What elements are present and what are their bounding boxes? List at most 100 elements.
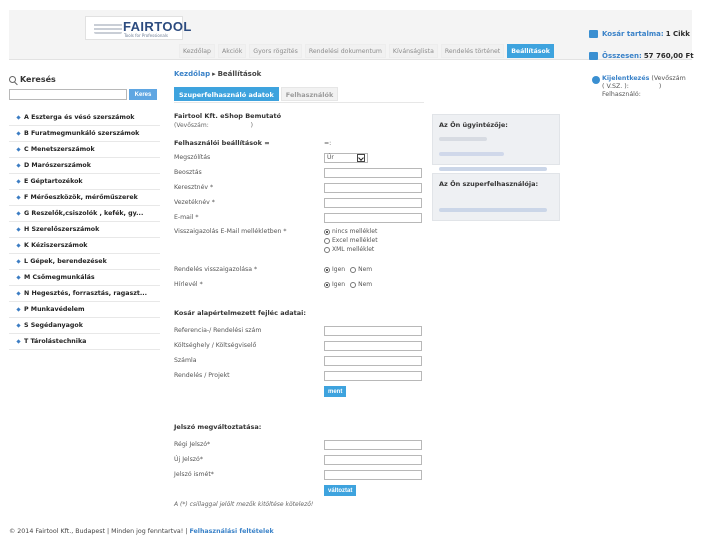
sidebar-item-s[interactable]: S Segédanyagok <box>9 318 160 334</box>
logout-link[interactable]: Kijelentkezés <box>602 75 649 82</box>
attachment-option-label: nincs melléklet <box>332 228 378 235</box>
radio-icon <box>324 246 330 253</box>
logo-mark-icon <box>94 22 122 34</box>
settings-title: Felhasználói beállítások = <box>174 139 270 147</box>
position-row: Beosztás <box>174 165 424 180</box>
attachment-option-excel[interactable]: Excel melléklet <box>324 237 378 244</box>
cost-center-input[interactable] <box>324 340 422 351</box>
last-name-label: Vezetéknév * <box>174 199 215 206</box>
sidebar-item-label: S Segédanyagok <box>24 322 83 329</box>
no-label: Nem <box>358 266 373 273</box>
customer-number-close: ) <box>250 122 253 129</box>
agent-email-redacted <box>439 167 547 171</box>
sidebar-item-label: C Menetszerszámok <box>24 146 95 153</box>
project-input[interactable] <box>324 370 422 381</box>
radio-icon <box>350 281 357 288</box>
search-input[interactable] <box>9 89 127 100</box>
sidebar-item-e[interactable]: E Géptartozékok <box>9 174 160 190</box>
save-button-wrap: ment <box>324 386 424 397</box>
sidebar-item-label: P Munkavédelem <box>24 306 85 313</box>
nav-order-history[interactable]: Rendelés történet <box>440 44 505 58</box>
settings-equals: =: <box>324 139 332 147</box>
sidebar-item-c[interactable]: C Menetszerszámok <box>9 142 160 158</box>
sidebar-item-t[interactable]: T Tárolástechnika <box>9 334 160 350</box>
logout-row: Kijelentkezés (Vevőszám <box>602 75 692 83</box>
new-password-label: Új Jelszó* <box>174 456 203 463</box>
nav-order-document[interactable]: Rendelési dokumentum <box>304 44 386 58</box>
last-name-input[interactable] <box>324 197 422 208</box>
cart-content-row[interactable]: Kosár tartalma: 1 Cikk <box>589 28 701 40</box>
attachment-option-none[interactable]: nincs melléklet <box>324 228 378 235</box>
sidebar-item-n[interactable]: N Hegesztés, forrasztás, ragaszt... <box>9 286 160 302</box>
attachment-option-label: Excel melléklet <box>332 237 378 244</box>
order-confirmation-row: Rendelés visszaigazolása * Igen Nem <box>174 262 424 277</box>
nav-settings[interactable]: Beállítások <box>507 44 554 58</box>
sidebar-item-m[interactable]: M Csőmegmunkálás <box>9 270 160 286</box>
footer-terms-link[interactable]: Felhasználási feltételek <box>189 528 273 535</box>
new-password-input[interactable] <box>324 454 422 465</box>
new-password-row: Új Jelszó* <box>174 452 424 467</box>
email-input[interactable] <box>324 212 422 223</box>
cart-total-row[interactable]: Összesen: 57 760,00 Ft <box>589 50 701 62</box>
sidebar-item-g[interactable]: G Reszelők,csiszolók , kefék, gy... <box>9 206 160 222</box>
tab-users[interactable]: Felhasználók <box>280 87 339 101</box>
bullet-icon <box>16 323 21 328</box>
sidebar-item-label: D Marószerszámok <box>24 162 91 169</box>
tab-superuser-data[interactable]: Szuperfelhasználó adatok <box>174 87 279 101</box>
position-input[interactable] <box>324 167 422 178</box>
user-text: Kijelentkezés (Vevőszám ( V.SZ. ): ) Fel… <box>602 75 692 100</box>
search-button[interactable]: Keres <box>129 89 157 100</box>
invoice-row: Számla <box>174 353 424 368</box>
sidebar-item-f[interactable]: F Mérőeszközök, mérőműszerek <box>9 190 160 206</box>
bullet-icon <box>16 275 21 280</box>
nav-quick-entry[interactable]: Gyors rögzítés <box>249 44 302 58</box>
main-content: Kezdőlap ▸ Beállítások Szuperfelhasználó… <box>174 70 424 508</box>
newsletter-row: Hírlevél * Igen Nem <box>174 277 424 292</box>
sidebar-item-d[interactable]: D Marószerszámok <box>9 158 160 174</box>
reference-input[interactable] <box>324 325 422 336</box>
cart-header-fields: Referencia-/ Rendelési szám Költséghely … <box>174 323 424 383</box>
breadcrumb-home-link[interactable]: Kezdőlap <box>174 70 210 78</box>
superuser-email-redacted <box>439 208 547 212</box>
sidebar-item-b[interactable]: B Furatmegmunkáló szerszámok <box>9 126 160 142</box>
nav-home[interactable]: Kezdőlap <box>179 44 215 58</box>
first-name-row: Keresztnév * <box>174 180 424 195</box>
agent-name-redacted <box>439 137 487 141</box>
nav-promotions[interactable]: Akciók <box>217 44 247 58</box>
newsletter-yes[interactable]: Igen <box>324 281 345 288</box>
first-name-input[interactable] <box>324 182 422 193</box>
yes-label: Igen <box>332 266 346 273</box>
bullet-icon <box>16 307 21 312</box>
search-row: Keres <box>9 89 160 100</box>
total-label: Összesen: <box>602 52 642 60</box>
total-icon <box>589 52 598 60</box>
change-password-button[interactable]: változtat <box>324 485 357 496</box>
nav-wishlist[interactable]: Kívánságlista <box>388 44 438 58</box>
sidebar-item-h[interactable]: H Szerelőszerszámok <box>9 222 160 238</box>
agent-title: Az Ön ügyintézője: <box>439 121 508 129</box>
order-confirmation-no[interactable]: Nem <box>350 266 372 273</box>
last-name-row: Vezetéknév * <box>174 195 424 210</box>
project-label: Rendelés / Projekt <box>174 372 230 379</box>
order-confirmation-yes[interactable]: Igen <box>324 266 345 273</box>
sidebar-item-a[interactable]: A Esztergа és vésó szerszámok <box>9 110 160 126</box>
repeat-password-input[interactable] <box>324 469 422 480</box>
bullet-icon <box>16 179 21 184</box>
breadcrumb-separator: ▸ <box>212 70 216 78</box>
old-password-input[interactable] <box>324 439 422 450</box>
sidebar-item-p[interactable]: P Munkavédelem <box>9 302 160 318</box>
sidebar-item-k[interactable]: K Kéziszerszámok <box>9 238 160 254</box>
logo[interactable]: FAIRTOOL Tools for Professionals <box>85 16 191 40</box>
sidebar-item-l[interactable]: L Gépek, berendezések <box>9 254 160 270</box>
bullet-icon <box>16 291 21 296</box>
sidebar-item-label: B Furatmegmunkáló szerszámok <box>24 130 140 137</box>
invoice-input[interactable] <box>324 355 422 366</box>
logo-text: FAIRTOOL <box>123 19 192 34</box>
attachment-option-xml[interactable]: XML melléklet <box>324 246 378 253</box>
category-sidebar: A Esztergа és vésó szerszámok B Furatmeg… <box>9 110 160 350</box>
salutation-select[interactable]: Úr <box>324 152 368 163</box>
newsletter-no[interactable]: Nem <box>350 281 372 288</box>
save-button[interactable]: ment <box>324 386 347 397</box>
newsletter-options: Igen Nem <box>324 281 372 288</box>
footer-copyright: © 2014 Fairtool Kft., Budapest | Minden … <box>9 528 188 535</box>
